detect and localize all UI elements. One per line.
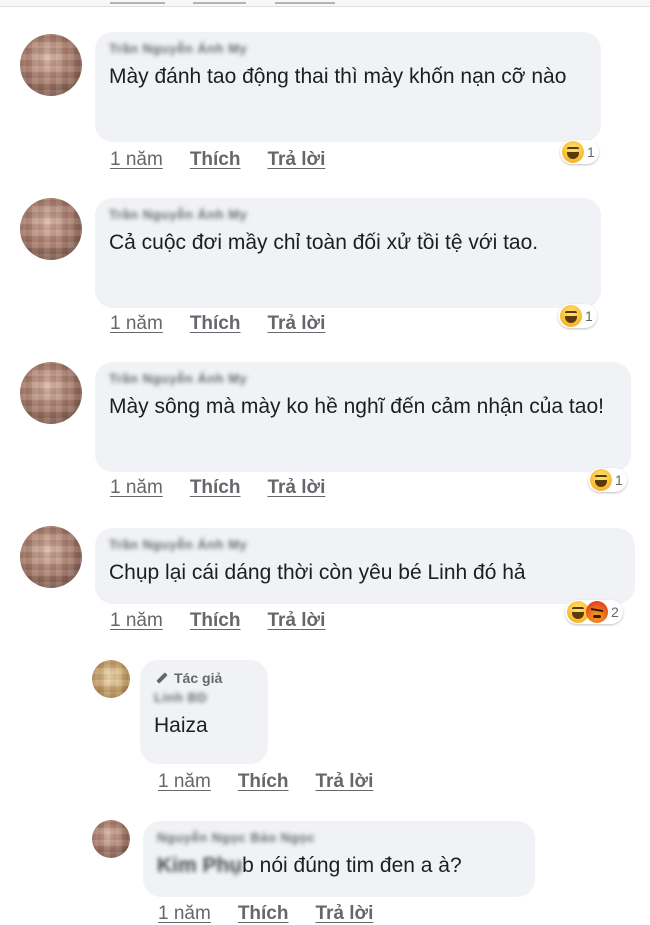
commenter-name[interactable]: Trần Nguyễn Ánh My bbox=[109, 537, 247, 555]
reaction-summary[interactable]: 1 bbox=[560, 140, 599, 164]
reply-actions: 1 năm Thích Trả lời bbox=[158, 771, 373, 793]
author-badge-label: Tác giả bbox=[174, 670, 223, 686]
avatar[interactable] bbox=[20, 198, 82, 260]
timestamp-link[interactable]: 1 năm bbox=[110, 477, 163, 499]
comment-actions: 1 năm Thích Trả lời bbox=[110, 313, 325, 335]
comment-text: Mày sông mà mày ko hề nghĩ đến cảm nhận … bbox=[109, 395, 604, 418]
pen-icon bbox=[154, 671, 168, 685]
reaction-count: 2 bbox=[611, 604, 619, 620]
like-button[interactable]: Thích bbox=[190, 477, 241, 499]
reply-button[interactable]: Trả lời bbox=[267, 610, 325, 632]
mention-tag[interactable]: Kim Phụ bbox=[157, 850, 242, 881]
top-scroll-edge bbox=[0, 0, 650, 7]
haha-icon bbox=[560, 305, 582, 327]
reaction-count: 1 bbox=[585, 308, 593, 324]
comment-text: Chụp lại cái dáng thời còn yêu bé Linh đ… bbox=[109, 561, 526, 584]
reply-bubble: Nguyễn Ngọc Bảo Ngọc Kim Phụb nói đúng t… bbox=[143, 821, 535, 897]
comment-actions: 1 năm Thích Trả lời bbox=[110, 477, 325, 499]
timestamp-link[interactable]: 1 năm bbox=[110, 610, 163, 632]
comment-bubble: Trần Nguyễn Ánh My Mày sông mà mày ko hề… bbox=[95, 362, 631, 472]
reply-button[interactable]: Trả lời bbox=[267, 477, 325, 499]
avatar[interactable] bbox=[20, 34, 82, 96]
avatar[interactable] bbox=[20, 526, 82, 588]
reply-text-body: b nói đúng tim đen a à? bbox=[242, 854, 462, 877]
reply-text: Kim Phụb nói đúng tim đen a à? bbox=[157, 850, 521, 881]
comment-actions: 1 năm Thích Trả lời bbox=[110, 610, 325, 632]
timestamp-link[interactable]: 1 năm bbox=[110, 149, 163, 171]
angry-icon bbox=[586, 601, 608, 623]
commenter-name[interactable]: Trần Nguyễn Ánh My bbox=[109, 41, 247, 59]
like-button[interactable]: Thích bbox=[238, 903, 289, 925]
comment-bubble: Trần Nguyễn Ánh My Chụp lại cái dáng thờ… bbox=[95, 528, 635, 604]
reaction-summary[interactable]: 2 bbox=[565, 600, 623, 624]
timestamp-link[interactable]: 1 năm bbox=[158, 771, 211, 793]
timestamp-link[interactable]: 1 năm bbox=[158, 903, 211, 925]
reply-button[interactable]: Trả lời bbox=[267, 149, 325, 171]
avatar[interactable] bbox=[92, 820, 130, 858]
author-badge: Tác giả bbox=[154, 670, 254, 686]
like-button[interactable]: Thích bbox=[190, 610, 241, 632]
commenter-name[interactable]: Trần Nguyễn Ánh My bbox=[109, 371, 247, 389]
like-button[interactable]: Thích bbox=[190, 149, 241, 171]
commenter-name[interactable]: Nguyễn Ngọc Bảo Ngọc bbox=[157, 830, 315, 848]
timestamp-link[interactable]: 1 năm bbox=[110, 313, 163, 335]
comment-actions: 1 năm Thích Trả lời bbox=[110, 149, 325, 171]
reaction-count: 1 bbox=[615, 472, 623, 488]
reaction-summary[interactable]: 1 bbox=[588, 468, 627, 492]
like-button[interactable]: Thích bbox=[190, 313, 241, 335]
avatar[interactable] bbox=[20, 362, 82, 424]
comment-text: Cả cuộc đơi mầy chỉ toàn đối xử tồi tệ v… bbox=[109, 231, 539, 254]
comment-bubble: Trần Nguyễn Ánh My Cả cuộc đơi mầy chỉ t… bbox=[95, 198, 601, 308]
reply-actions: 1 năm Thích Trả lời bbox=[158, 903, 373, 925]
like-button[interactable]: Thích bbox=[238, 771, 289, 793]
reaction-summary[interactable]: 1 bbox=[558, 304, 597, 328]
reaction-count: 1 bbox=[587, 144, 595, 160]
haha-icon bbox=[590, 469, 612, 491]
commenter-name[interactable]: Trần Nguyễn Ánh My bbox=[109, 207, 247, 225]
comment-text: Mày đánh tao động thai thì mày khốn nạn … bbox=[109, 65, 567, 88]
haha-icon bbox=[562, 141, 584, 163]
comment-bubble: Trần Nguyễn Ánh My Mày đánh tao động tha… bbox=[95, 32, 601, 142]
reply-button[interactable]: Trả lời bbox=[315, 771, 373, 793]
reply-bubble: Tác giả Linh BD Haiza bbox=[140, 660, 268, 764]
commenter-name[interactable]: Linh BD bbox=[154, 690, 207, 708]
reply-button[interactable]: Trả lời bbox=[315, 903, 373, 925]
reply-text: Haiza bbox=[154, 714, 208, 737]
avatar[interactable] bbox=[92, 660, 130, 698]
reply-button[interactable]: Trả lời bbox=[267, 313, 325, 335]
